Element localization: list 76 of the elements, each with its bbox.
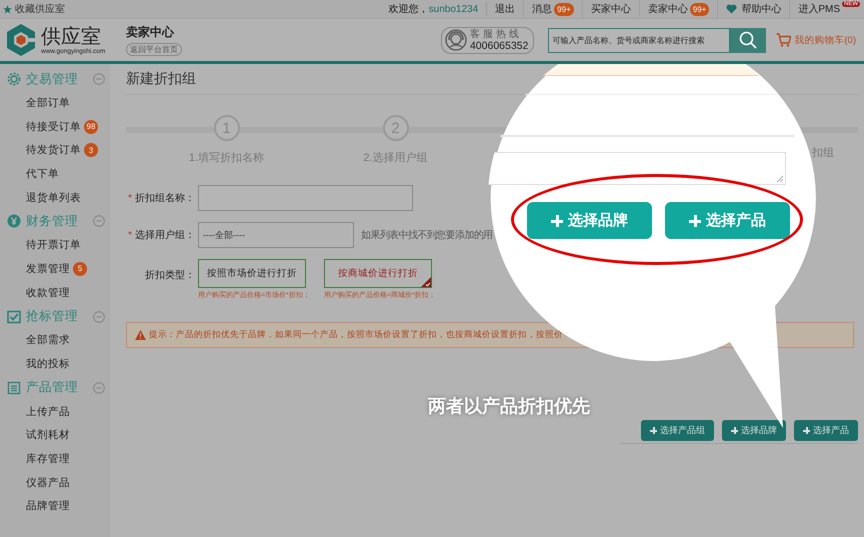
step-label: 扣组 xyxy=(812,146,834,160)
add-button[interactable]: 选择产品组 xyxy=(641,420,714,441)
resize-grip-icon xyxy=(776,175,784,183)
field-label: 选择用户组： xyxy=(135,230,195,241)
add-button[interactable]: 选择产品 xyxy=(794,420,858,441)
plus-icon xyxy=(689,214,701,226)
sidebar-item[interactable]: 收款管理 xyxy=(26,286,70,300)
gear-icon xyxy=(7,72,21,86)
plus-icon xyxy=(650,427,657,434)
field-label: 折扣类型： xyxy=(145,270,195,281)
sidebar-item[interactable]: 发票管理 xyxy=(26,262,70,276)
collapse-icon[interactable] xyxy=(93,310,105,322)
sidebar-item[interactable]: 全部订单 xyxy=(26,96,70,110)
count-badge: 99+ xyxy=(690,2,710,16)
sidebar-item[interactable]: 退货单列表 xyxy=(26,190,81,205)
field-label: 折扣组名称： xyxy=(135,193,195,204)
step-label: 1.填写折扣名称 xyxy=(188,151,264,165)
plus-icon xyxy=(551,214,563,226)
back-link[interactable]: 返回平台首页 xyxy=(126,43,182,56)
list-icon xyxy=(7,380,21,395)
required-mark: * xyxy=(128,230,132,241)
sidebar-item[interactable]: 品牌管理 xyxy=(26,499,70,514)
sidebar-item[interactable]: 仪器产品 xyxy=(26,476,70,490)
star-icon xyxy=(3,4,12,14)
collapse-icon[interactable] xyxy=(93,382,105,394)
discount-type-option[interactable]: 按照市场价进行打折 xyxy=(198,259,306,288)
count-badge: 3 xyxy=(84,143,98,158)
heart-icon xyxy=(726,4,738,14)
plus-icon xyxy=(803,427,810,434)
discount-type-option[interactable]: 按商城价进行打折 xyxy=(324,259,432,288)
greeting-text: 欢迎您， xyxy=(388,4,429,15)
sidebar-item[interactable]: 全部需求 xyxy=(26,333,70,348)
collapse-icon[interactable] xyxy=(93,215,105,228)
sidebar-item[interactable]: 库存管理 xyxy=(26,452,70,466)
notice-text: 提示：产品的折扣优先于品牌，如果同一个产品，按照市场价设置了折扣，也按商城价设置折扣，按照价 xyxy=(149,329,563,341)
top-link[interactable]: 卖家中心 xyxy=(648,2,688,16)
sidebar-item[interactable]: 代下单 xyxy=(26,166,59,181)
plus-icon xyxy=(731,427,738,434)
corner-check-icon xyxy=(420,277,431,287)
warning-icon xyxy=(135,330,146,340)
sidebar-item[interactable]: 待开票订单 xyxy=(26,238,81,252)
count-badge: 99+ xyxy=(554,2,574,16)
yen-coin-icon xyxy=(7,214,21,228)
top-link[interactable]: 进入PMS xyxy=(798,2,840,16)
hexagon-logo-icon xyxy=(4,23,38,57)
sidebar-item[interactable]: 待发货订单 xyxy=(26,143,81,158)
collapse-icon[interactable] xyxy=(93,73,105,85)
hint-text: 如果列表中找不到您要添加的用 xyxy=(361,228,493,242)
search-icon xyxy=(739,31,758,49)
bookmark-link[interactable]: 收藏供应室 xyxy=(15,2,65,16)
search-field[interactable]: 可输入产品名称、货号或商家名称进行搜索 xyxy=(548,28,730,52)
sidebar-item[interactable]: 待接受订单 xyxy=(26,120,81,134)
user-group-dropdown[interactable]: ----全部---- xyxy=(198,222,354,248)
count-badge: 5 xyxy=(73,262,87,276)
search-button[interactable] xyxy=(730,28,766,52)
add-button[interactable]: 选择品牌 xyxy=(722,420,786,441)
logo-text: 供应室 xyxy=(41,26,102,48)
step-label: 2.选择用户组 xyxy=(363,150,428,165)
required-mark: * xyxy=(128,193,132,204)
name-field[interactable] xyxy=(198,185,413,211)
hotline-label: 客服热线 xyxy=(470,28,523,40)
hotline-number: 4006065352 xyxy=(470,40,528,52)
caption-text: 两者以产品折扣优先 xyxy=(428,395,590,418)
sidebar-item[interactable]: 试剂耗材 xyxy=(26,428,70,442)
top-link[interactable]: 消息 xyxy=(532,2,552,16)
cart-icon xyxy=(776,33,792,47)
text-area[interactable] xyxy=(488,152,786,185)
page-heading: 卖家中心 xyxy=(126,24,174,41)
sidebar-item[interactable]: 上传产品 xyxy=(26,404,70,419)
checkbox-icon xyxy=(7,310,21,324)
top-link[interactable]: 帮助中心 xyxy=(741,2,782,16)
sidebar-item[interactable]: 我的投标 xyxy=(26,357,70,372)
count-badge: 98 xyxy=(84,120,98,134)
top-link[interactable]: 退出 xyxy=(495,2,516,16)
headset-person-icon xyxy=(444,29,467,51)
top-link[interactable]: 买家中心 xyxy=(590,2,631,16)
